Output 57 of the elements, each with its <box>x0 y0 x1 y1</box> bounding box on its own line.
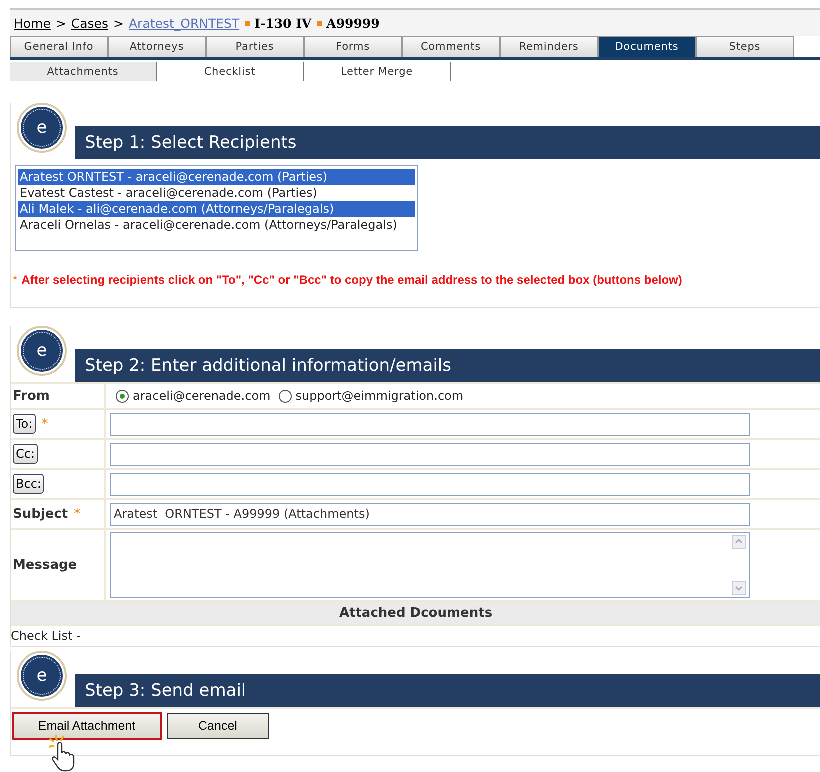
recipient-option[interactable]: Araceli Ornelas - araceli@cerenade.com (Attorneys/Paralegals) <box>18 217 415 233</box>
required-asterisk: * <box>42 416 48 432</box>
breadcrumb-separator: > <box>114 16 124 30</box>
field-label: From <box>13 388 50 404</box>
square-icon <box>316 20 322 26</box>
step-heading: Step 3: Send email <box>75 674 820 707</box>
section-heading: Attached Dcouments <box>11 600 820 624</box>
breadcrumb-link[interactable]: Home <box>14 16 51 30</box>
recipient-button[interactable]: To: <box>13 414 36 434</box>
scroll-down-icon[interactable] <box>732 581 746 595</box>
recipient-list[interactable] <box>15 165 418 251</box>
breadcrumb-link[interactable]: Cases <box>71 16 109 30</box>
hand-cursor-icon <box>47 733 77 772</box>
step-heading: Step 1: Select Recipients <box>75 126 820 159</box>
recipient-option[interactable]: Aratest ORNTEST - araceli@cerenade.com (Parties) <box>18 169 415 185</box>
scroll-up-icon[interactable] <box>732 535 746 549</box>
recipient-option[interactable]: Ali Malek - ali@cerenade.com (Attorneys/Paralegals) <box>18 201 415 217</box>
tab[interactable]: Documents <box>598 36 696 57</box>
logo-icon: e <box>17 103 67 153</box>
logo-icon: e <box>17 326 67 376</box>
subtab[interactable]: Checklist <box>157 62 304 81</box>
recipient-button[interactable]: Cc: <box>13 444 38 464</box>
radio-button[interactable] <box>278 390 292 402</box>
instruction-text: After selecting recipients click on "To", "Cc" or "Bcc" to copy the email address to the selected box (buttons below) <box>22 273 682 287</box>
tab[interactable]: Reminders <box>500 36 598 57</box>
square-icon <box>244 20 250 26</box>
logo-icon: e <box>17 651 67 701</box>
radio-button[interactable] <box>116 390 129 402</box>
subtab[interactable]: Attachments <box>10 62 157 81</box>
checklist-text: Check List - <box>11 629 81 643</box>
tab[interactable]: Forms <box>304 36 402 57</box>
input-field[interactable] <box>110 412 750 436</box>
step-heading: Step 2: Enter additional information/emails <box>75 349 820 382</box>
breadcrumb-separator: > <box>56 16 66 30</box>
case-info: I-130 IV <box>254 16 312 30</box>
input-field[interactable]: Aratest ORNTEST - A99999 (Attachments) <box>110 502 750 526</box>
tab[interactable]: Steps <box>696 36 794 57</box>
tab[interactable]: General Info <box>10 36 108 57</box>
radio-label: support@eimmigration.com <box>296 389 464 403</box>
tab[interactable]: Attorneys <box>108 36 206 57</box>
action-button[interactable]: Email Attachment <box>13 713 161 739</box>
case-info: A99999 <box>326 16 380 30</box>
recipient-option[interactable]: Evatest Castest - araceli@cerenade.com (Parties) <box>18 185 415 201</box>
recipient-button[interactable]: Bcc: <box>13 474 44 494</box>
input-field[interactable] <box>110 442 750 466</box>
breadcrumb-link[interactable]: Aratest_ORNTEST <box>129 16 240 30</box>
required-asterisk: * <box>74 506 81 522</box>
tab[interactable]: Parties <box>206 36 304 57</box>
tab[interactable]: Comments <box>402 36 500 57</box>
message-field[interactable] <box>110 532 750 598</box>
asterisk: * <box>13 273 18 287</box>
field-label: Message <box>13 558 78 572</box>
action-button[interactable]: Cancel <box>167 713 269 739</box>
field-label: Subject <box>13 506 68 522</box>
input-field[interactable] <box>110 472 750 496</box>
radio-label: araceli@cerenade.com <box>133 389 271 403</box>
subtab[interactable]: Letter Merge <box>304 62 451 81</box>
